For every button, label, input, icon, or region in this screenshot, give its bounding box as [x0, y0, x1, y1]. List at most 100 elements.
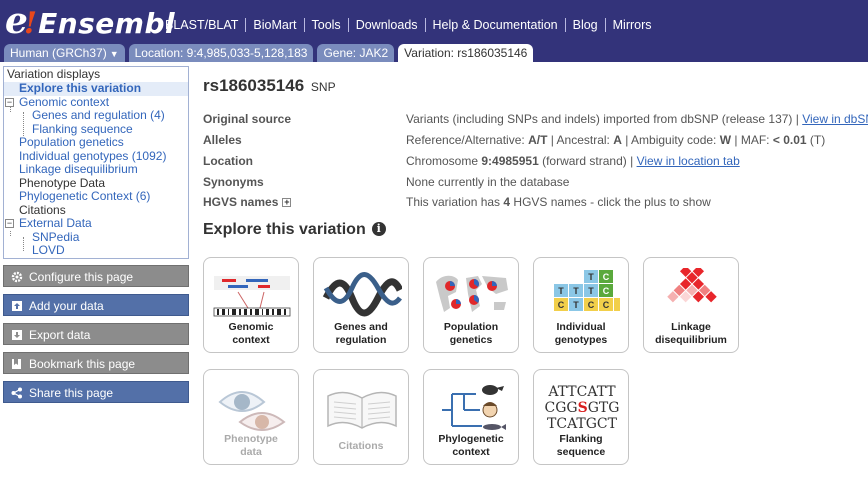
field-original-source: Original source Variants (including SNPs…	[203, 112, 868, 132]
field-value: None currently in the database	[406, 175, 570, 189]
sidebar-item-label: LOVD	[32, 243, 65, 257]
add-data-label: Add your data	[29, 299, 104, 313]
logo-text: Ensembl	[38, 7, 176, 40]
hgvs-label: HGVS names	[203, 195, 279, 209]
card-label-line2: genotypes	[554, 334, 608, 346]
collapse-icon[interactable]: −	[5, 219, 14, 228]
nav-blog[interactable]: Blog	[564, 18, 605, 32]
info-icon[interactable]: i	[371, 222, 386, 236]
sidebar-item-snpedia[interactable]: SNPedia	[4, 230, 188, 245]
card-genes-regulation[interactable]: Genes and regulation	[313, 257, 409, 353]
sidebar-item-flanking-sequence[interactable]: Flanking sequence	[4, 122, 188, 137]
nav-mirrors[interactable]: Mirrors	[604, 18, 659, 32]
card-label: Individual genotypes	[534, 321, 628, 347]
page-title: rs186035146 SNP	[203, 76, 336, 96]
tab-species-label: Human (GRCh37)	[10, 46, 107, 60]
alleles-ref-label: Reference/Alternative:	[406, 133, 529, 147]
field-hgvs: HGVS names + This variation has 4 HGVS na…	[203, 195, 853, 215]
expand-plus-icon[interactable]: +	[282, 198, 292, 208]
bookmark-icon	[12, 359, 21, 369]
ld-heatmap-icon	[667, 268, 717, 303]
tab-species[interactable]: Human (GRCh37) ▼	[4, 44, 125, 62]
sidebar-item-label: Linkage disequilibrium	[19, 162, 138, 176]
sidebar-item-label: Explore this variation	[19, 81, 142, 95]
card-label: Population genetics	[424, 321, 518, 347]
card-phylogenetic-context[interactable]: Phylogenetic context	[423, 369, 519, 465]
flank-line-2a: CGG	[545, 400, 578, 416]
sidebar-item-label: Phenotype Data	[19, 175, 106, 190]
card-linkage-disequilibrium[interactable]: Linkage disequilibrium	[643, 257, 739, 353]
tab-gene[interactable]: Gene: JAK2	[317, 44, 395, 62]
add-data-button[interactable]: Add your data	[3, 294, 189, 316]
tab-variation[interactable]: Variation: rs186035146	[398, 44, 534, 62]
sidebar-item-genomic-context[interactable]: − Genomic context	[4, 94, 188, 110]
alleles-ref: A/T	[528, 133, 548, 147]
card-label-line1: Flanking	[559, 433, 603, 445]
export-data-label: Export data	[29, 328, 91, 342]
card-label-line1: Genomic	[228, 321, 274, 333]
sidebar-item-external-data[interactable]: − External Data	[4, 216, 188, 231]
nav-help[interactable]: Help & Documentation	[424, 18, 565, 32]
field-value: This variation has 4 HGVS names - click …	[406, 195, 711, 209]
sidebar-item-label: Genomic context	[19, 94, 110, 109]
nav-blast[interactable]: BLAST/BLAT	[165, 18, 245, 32]
sidebar-item-label: Population genetics	[19, 135, 124, 149]
sidebar-item-explore[interactable]: Explore this variation	[4, 81, 188, 96]
card-population-genetics[interactable]: Population genetics	[423, 257, 519, 353]
nav-downloads[interactable]: Downloads	[347, 18, 425, 32]
alleles-maf-label: | MAF:	[731, 133, 773, 147]
card-individual-genotypes[interactable]: T C T T T C C T C C Individual genotypes	[533, 257, 629, 353]
card-label: Phenotype data	[204, 433, 298, 459]
card-label-line2: context	[452, 446, 490, 458]
field-value: Chromosome 9:4985951 (forward strand) | …	[406, 154, 740, 168]
genomic-context-icon	[213, 276, 291, 317]
field-label: Location	[203, 154, 253, 168]
alleles-amb: W	[719, 133, 732, 147]
nav-tools[interactable]: Tools	[303, 18, 348, 32]
sidebar-item-linkage-disequilibrium[interactable]: Linkage disequilibrium	[4, 162, 188, 177]
card-label-line1: Phenotype	[224, 433, 278, 445]
configure-page-button[interactable]: Configure this page	[3, 265, 189, 287]
sidebar: Variation displays Explore this variatio…	[3, 66, 189, 259]
field-alleles: Alleles Reference/Alternative: A/T | Anc…	[203, 133, 853, 153]
view-in-dbsnp-link[interactable]: View in dbSNP	[802, 112, 868, 126]
nav-biomart[interactable]: BioMart	[245, 18, 303, 32]
field-value: Reference/Alternative: A/T | Ancestral: …	[406, 133, 825, 147]
card-label-line1: Individual	[556, 321, 606, 333]
sidebar-item-individual-genotypes[interactable]: Individual genotypes (1092)	[4, 149, 188, 164]
export-icon	[12, 330, 22, 340]
field-label: Original source	[203, 112, 292, 126]
card-genomic-context[interactable]: Genomic context	[203, 257, 299, 353]
export-data-button[interactable]: Export data	[3, 323, 189, 345]
upload-icon	[12, 301, 22, 311]
sidebar-item-phylogenetic-context[interactable]: Phylogenetic Context (6)	[4, 189, 188, 204]
genotype-letter: T	[573, 300, 579, 310]
eye-icon	[218, 391, 286, 431]
view-in-location-tab-link[interactable]: View in location tab	[637, 154, 740, 168]
card-label-line2: sequence	[556, 446, 606, 458]
sidebar-item-population-genetics[interactable]: Population genetics	[4, 135, 188, 150]
dna-helix-icon	[322, 272, 402, 317]
alleles-anc: A	[613, 133, 622, 147]
field-label: HGVS names +	[203, 195, 292, 209]
card-flanking-sequence[interactable]: ATTCATT CGGSGTG TCATGCT Flanking sequence	[533, 369, 629, 465]
card-label-line2: genetics	[449, 334, 493, 346]
sidebar-item-genes-regulation[interactable]: Genes and regulation (4)	[4, 108, 188, 123]
location-pre: Chromosome	[406, 154, 482, 168]
card-label-line2: context	[232, 334, 270, 346]
card-label-line1: Genes and	[334, 321, 388, 333]
card-label-line2: data	[240, 446, 262, 458]
genotype-letter: C	[603, 272, 610, 282]
sidebar-item-lovd[interactable]: LOVD	[4, 243, 188, 258]
card-label-line1: Citations	[338, 440, 384, 452]
tab-location[interactable]: Location: 9:4,985,033-5,128,183	[128, 44, 314, 62]
explore-heading: Explore this variation i	[203, 221, 386, 239]
ensembl-logo[interactable]: e ! Ensembl	[5, 3, 176, 41]
collapse-icon[interactable]: −	[5, 97, 14, 107]
bookmark-page-button[interactable]: Bookmark this page	[3, 352, 189, 374]
share-page-button[interactable]: Share this page	[3, 381, 189, 403]
book-icon	[327, 391, 397, 429]
genotype-letter: T	[558, 286, 564, 296]
card-label: Flanking sequence	[534, 433, 628, 459]
sidebar-item-label: Citations	[19, 202, 66, 217]
